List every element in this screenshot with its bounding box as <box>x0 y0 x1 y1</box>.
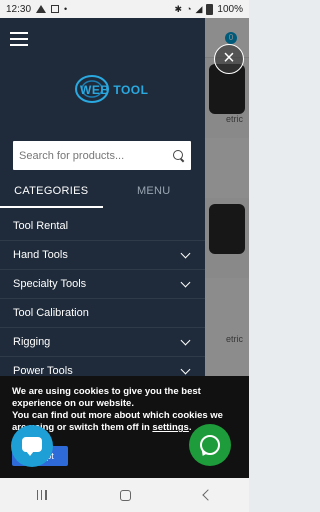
dot-icon: • <box>64 4 68 14</box>
close-drawer-button[interactable]: × <box>214 44 244 74</box>
menu-item-specialty-tools[interactable]: Specialty Tools <box>0 270 205 299</box>
cookie-settings-link[interactable]: settings <box>152 422 188 433</box>
cookie-text-1: We are using cookies to give you the bes… <box>12 386 201 409</box>
notification-icon <box>51 5 60 13</box>
system-nav-bar <box>0 478 249 512</box>
battery-icon <box>206 3 214 15</box>
menu-item-tool-rental[interactable]: Tool Rental <box>0 212 205 241</box>
live-chat-button[interactable] <box>11 425 53 467</box>
chevron-down-icon[interactable] <box>180 248 191 258</box>
menu-item-label: Hand Tools <box>13 249 68 261</box>
status-bar: 12:30 • ✱ ◔ ◢ 100% <box>0 0 249 18</box>
signal-icon: ◢ <box>195 3 203 14</box>
menu-item-hand-tools[interactable]: Hand Tools <box>0 241 205 270</box>
chevron-down-icon[interactable] <box>180 335 191 345</box>
warning-icon <box>36 5 47 13</box>
recents-icon[interactable] <box>36 490 47 500</box>
menu-item-rigging[interactable]: Rigging <box>0 328 205 357</box>
menu-item-label: Tool Rental <box>13 220 69 232</box>
tab-menu[interactable]: MENU <box>103 182 206 208</box>
chat-bubble-icon <box>22 437 42 456</box>
menu-item-label: Tool Calibration <box>13 307 89 319</box>
bluetooth-icon: ✱ <box>174 3 183 14</box>
tab-categories[interactable]: CATEGORIES <box>0 182 103 208</box>
chevron-down-icon[interactable] <box>180 277 191 287</box>
battery-level: 100% <box>217 3 243 15</box>
whatsapp-icon <box>200 435 220 455</box>
back-icon[interactable] <box>202 489 214 501</box>
home-icon[interactable] <box>119 489 131 501</box>
search-box <box>13 141 191 170</box>
search-icon[interactable] <box>173 149 185 162</box>
status-time: 12:30 <box>6 3 32 15</box>
drawer-tabs: CATEGORIES MENU <box>0 182 205 208</box>
whatsapp-button[interactable] <box>189 424 231 466</box>
category-menu: Tool Rental Hand Tools Specialty Tools T… <box>0 212 205 386</box>
menu-item-label: Rigging <box>13 336 51 348</box>
menu-item-label: Specialty Tools <box>13 278 87 290</box>
cookie-text-2-end: . <box>188 422 192 433</box>
hamburger-icon[interactable] <box>10 32 28 50</box>
search-input[interactable] <box>19 149 173 162</box>
screen: 12:30 • ✱ ◔ ◢ 100% 0 etric etric × WEB T… <box>0 0 249 512</box>
logo-text: WEB TOOL <box>80 83 149 97</box>
chevron-down-icon[interactable] <box>180 364 191 374</box>
drawer-top-bar <box>0 18 205 58</box>
wifi-icon: ◔ <box>186 4 192 14</box>
menu-item-tool-calibration[interactable]: Tool Calibration <box>0 299 205 328</box>
